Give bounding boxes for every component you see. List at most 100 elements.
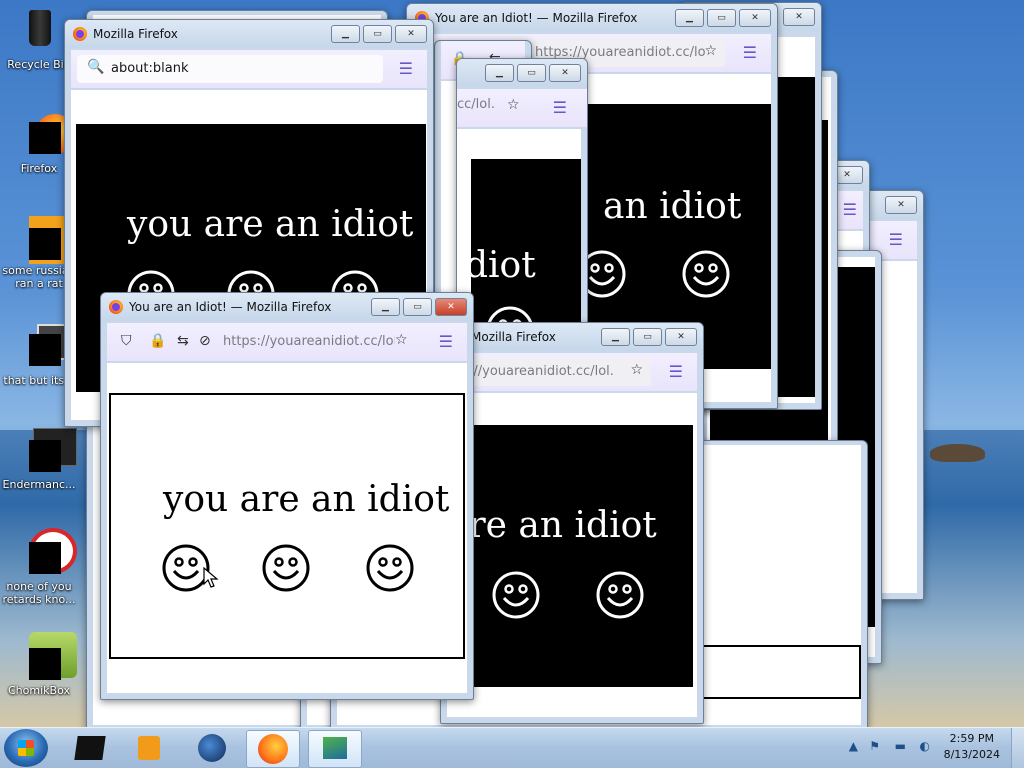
show-desktop-button[interactable] [1011,728,1024,768]
chomikbox-icon [15,632,77,680]
window-titlebar[interactable]: You are an Idiot! — Mozilla Firefox ▁ ▭ … [407,4,777,32]
connection-icon: ⇆ [177,333,189,349]
menu-icon[interactable]: ☰ [743,43,757,62]
folder-icon [15,426,77,474]
search-icon: 🔍 [87,59,105,75]
maximize-icon[interactable]: ▭ [707,9,736,27]
url-bar[interactable]: ://youareanidiot.cc/lol. ☆ [447,358,651,386]
url-text[interactable]: https://youareanidiot.cc/lol. [223,334,395,349]
menu-icon[interactable]: ☰ [889,230,903,249]
idiot-text: you are an idiot [163,479,450,520]
url-bar[interactable]: 🔍 about:blank [77,55,383,83]
browser-toolbar: ⛉ 🔒 ⇆ ⊘ https://youareanidiot.cc/lol. ☆ … [107,323,467,361]
window-titlebar[interactable]: Mozilla Firefox ▁ ▭ ✕ [441,323,703,351]
taskbar-task-manager[interactable] [308,730,362,768]
desktop-icon-label: ChomikBox [8,684,70,697]
window-title: You are an Idiot! — Mozilla Firefox [435,11,638,25]
mouse-cursor-icon [203,567,219,588]
desktop-icon-none-of-you[interactable]: none of you retards kno... [0,528,78,606]
taskbar-firefox[interactable] [246,730,300,768]
window-titlebar[interactable]: You are an Idiot! — Mozilla Firefox ▁ ▭ … [101,293,473,321]
menu-icon[interactable]: ☰ [843,200,857,219]
firefox-icon [15,110,75,158]
close-icon[interactable]: ✕ [885,196,917,214]
bookmark-star-icon[interactable]: ☆ [630,362,643,378]
idiot-text: you are an idiot [127,204,414,245]
firefox-logo-icon [109,300,123,314]
idiot-page: are an idiot [447,425,693,687]
window-title: You are an Idiot! — Mozilla Firefox [129,300,332,314]
firefox-window-idiot-front[interactable]: You are an Idiot! — Mozilla Firefox ▁ ▭ … [100,292,474,700]
url-text[interactable]: cc/lol. [457,97,507,112]
maximize-icon[interactable]: ▭ [363,25,392,43]
menu-icon[interactable]: ☰ [669,362,683,381]
url-text[interactable]: ://youareanidiot.cc/lol. [469,364,619,379]
taskbar-app[interactable] [64,730,116,766]
chevron-up-icon[interactable]: ▲ [849,739,858,753]
taskbar: ▲ ⚑ ▬ ◐ 2:59 PM 8/13/2024 [0,727,1024,768]
minimize-icon[interactable]: ▁ [371,298,400,316]
menu-icon[interactable]: ☰ [439,332,453,351]
page-content: are an idiot [447,393,697,717]
task-manager-icon [323,737,347,759]
firefox-icon [258,734,288,764]
minimize-icon[interactable]: ▁ [601,328,630,346]
bookmark-star-icon[interactable]: ☆ [507,97,520,113]
tray-app-icon[interactable]: ⚑ [869,739,880,753]
firefox-window-idiot-bottom[interactable]: Mozilla Firefox ▁ ▭ ✕ ://youareanidiot.c… [440,322,704,724]
shield-icon[interactable]: ⛉ [121,333,132,349]
window-titlebar[interactable]: Mozilla Firefox ▁ ▭ ✕ [65,20,433,48]
bookmark-star-icon[interactable]: ☆ [704,43,717,59]
app-icon [74,736,106,760]
close-icon[interactable]: ✕ [549,64,581,82]
browser-toolbar: ://youareanidiot.cc/lol. ☆ ☰ [447,353,697,391]
recycle-bin-icon [15,6,63,54]
minimize-icon[interactable]: ▁ [675,9,704,27]
minimize-icon[interactable]: ▁ [485,64,514,82]
desktop-icon-chomikbox[interactable]: ChomikBox [0,632,78,697]
window-titlebar[interactable]: ▁ ▭ ✕ [457,59,587,87]
close-icon[interactable]: ✕ [665,328,697,346]
lock-icon[interactable]: 🔒 [149,333,166,349]
wallpaper-rock [930,444,985,462]
window-title: Mozilla Firefox [471,330,556,344]
idiot-text: are an idiot [447,505,657,546]
menu-icon[interactable]: ☰ [399,59,413,78]
close-icon[interactable]: ✕ [739,9,771,27]
smiley-face-icon [262,544,310,592]
clock-date: 8/13/2024 [943,748,1000,761]
page-content: you are an idiot [107,363,467,693]
desktop-icon-label: none of you retards kno... [2,580,76,606]
url-text[interactable]: about:blank [111,61,331,76]
app-icon [15,528,77,576]
smiley-face-icon [596,571,644,619]
desktop-icon-endermanch[interactable]: Endermanc... [0,426,78,491]
maximize-icon[interactable]: ▭ [403,298,432,316]
browser-toolbar: cc/lol. ☆ ☰ [457,89,587,127]
close-icon[interactable]: ✕ [783,8,815,26]
window-title: Mozilla Firefox [93,27,178,41]
globe-icon [198,734,226,762]
menu-icon[interactable]: ☰ [553,98,567,117]
maximize-icon[interactable]: ▭ [517,64,546,82]
smiley-face-icon [492,571,540,619]
maximize-icon[interactable]: ▭ [633,328,662,346]
close-icon[interactable]: ✕ [435,298,467,316]
taskbar-media-player[interactable] [124,730,176,766]
network-icon[interactable]: ◐ [920,739,930,753]
idiot-text: an idiot [603,186,742,227]
shortcut-icon [15,322,75,370]
monitor-icon[interactable]: ▬ [895,739,906,753]
desktop-icon-label: Endermanc... [2,478,76,491]
tracking-blocked-icon: ⊘ [199,333,211,349]
close-icon[interactable]: ✕ [395,25,427,43]
smiley-face-icon [366,544,414,592]
taskbar-app-globe[interactable] [186,730,238,766]
browser-toolbar: 🔍 about:blank ☰ [71,50,427,88]
app-icon [15,212,77,264]
start-button[interactable] [4,729,48,767]
minimize-icon[interactable]: ▁ [331,25,360,43]
idiot-page: you are an idiot [109,393,465,659]
bookmark-star-icon[interactable]: ☆ [395,332,408,348]
clock[interactable]: 2:59 PM 8/13/2024 [944,731,1000,763]
